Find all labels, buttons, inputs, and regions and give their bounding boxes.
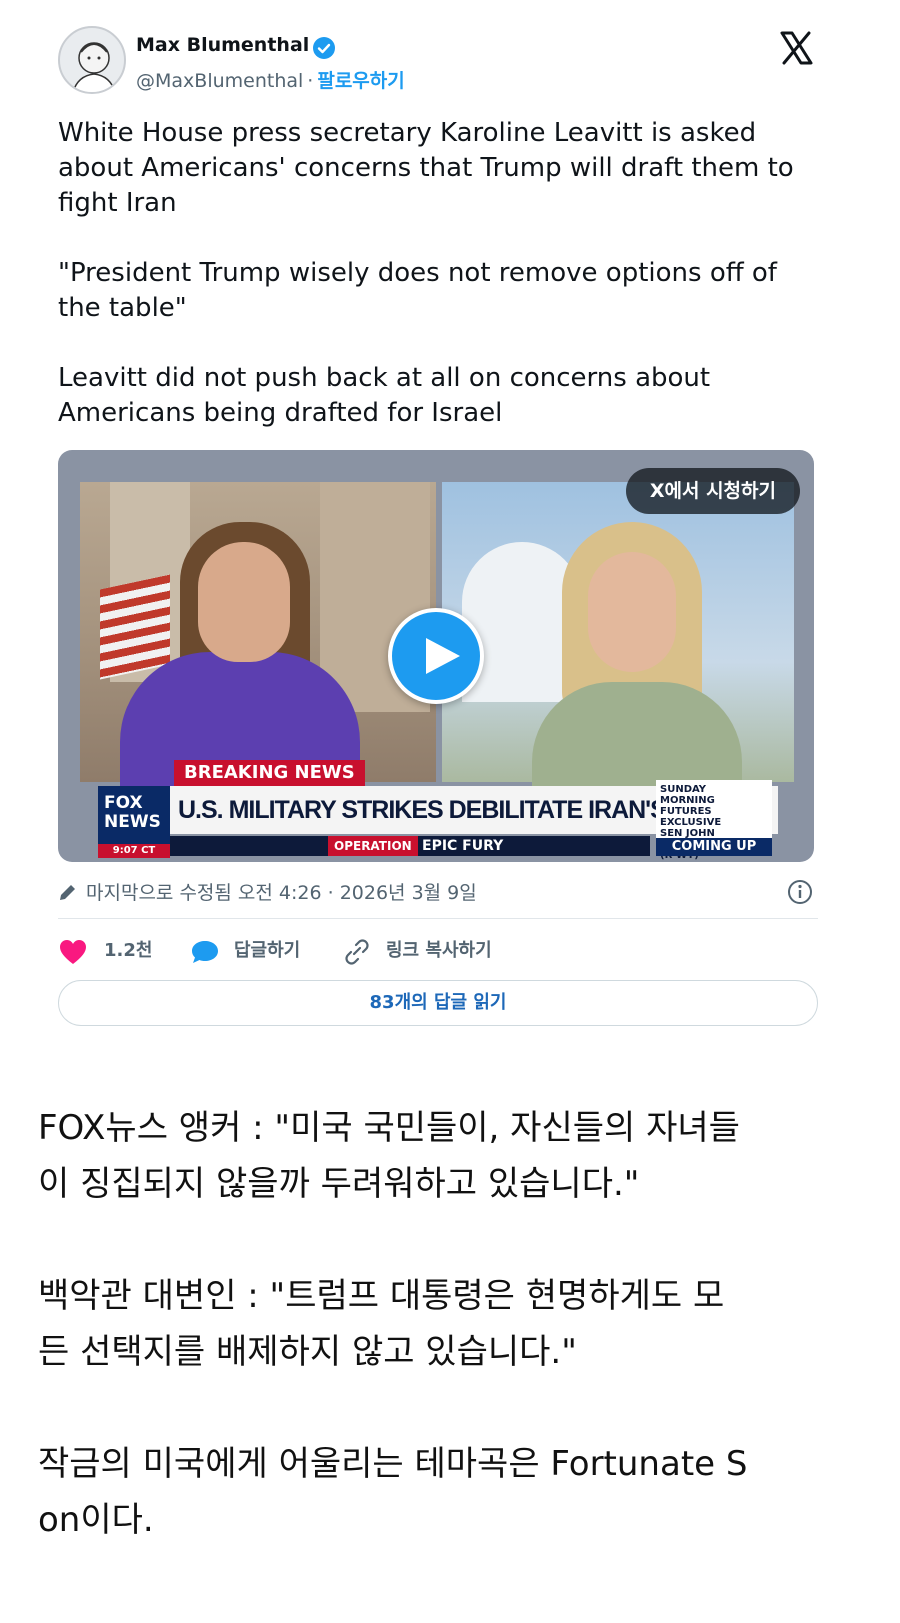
broadcast-time: 9:07 CT <box>98 844 170 858</box>
tweet-header: Max Blumenthal @MaxBlumenthal · 팔로우하기 <box>58 26 818 96</box>
verified-badge-icon <box>313 37 335 59</box>
separator-dot: · <box>307 70 314 92</box>
like-count: 1.2천 <box>104 940 153 961</box>
operation-label: OPERATION <box>328 836 418 856</box>
author-handle[interactable]: @MaxBlumenthal <box>136 70 303 92</box>
video-player[interactable]: X에서 시청하기 BREAKING NEWS FOX NEWS 9:07 CT … <box>58 450 814 862</box>
tweet-text: White House press secretary Karoline Lea… <box>58 116 818 431</box>
tweet-paragraph: White House press secretary Karoline Lea… <box>58 118 794 218</box>
copy-link-label: 링크 복사하기 <box>386 940 492 961</box>
like-button[interactable]: 1.2천 <box>58 934 168 968</box>
post-paragraph: 작금의 미국에게 어울리는 테마곡은 Fortunate S on이다. <box>38 1444 748 1540</box>
show-promo: SUNDAY MORNING FUTURES EXCLUSIVE SEN JOH… <box>656 780 772 861</box>
pencil-icon <box>60 885 75 900</box>
tweet-paragraph: "President Trump wisely does not remove … <box>58 258 777 323</box>
divider <box>58 918 818 919</box>
avatar[interactable] <box>58 26 126 94</box>
read-replies-button[interactable]: 83개의 답글 읽기 <box>58 980 818 1026</box>
link-icon <box>345 939 369 965</box>
heart-icon <box>60 940 86 964</box>
reply-label: 답글하기 <box>234 940 301 961</box>
play-icon <box>426 638 460 674</box>
author-name[interactable]: Max Blumenthal <box>136 34 309 56</box>
tweet-actions: 1.2천 답글하기 링크 복사하기 <box>58 934 818 968</box>
post-body: FOX뉴스 앵커 : "미국 국민들이, 자신들의 자녀들 이 징집되지 않을까… <box>38 1100 878 1548</box>
anchor-video-frame <box>80 482 436 792</box>
guest-video-frame <box>442 482 794 792</box>
reply-button[interactable]: 답글하기 <box>190 934 320 968</box>
handle-row: @MaxBlumenthal · 팔로우하기 <box>136 66 405 93</box>
x-logo-icon[interactable] <box>778 30 814 66</box>
tweet-paragraph: Leavitt did not push back at all on conc… <box>58 363 711 428</box>
edit-meta-row: 마지막으로 수정됨 오전 4:26 · 2026년 3월 9일 <box>58 876 818 906</box>
info-icon[interactable] <box>786 878 814 906</box>
edited-timestamp[interactable]: 마지막으로 수정됨 오전 4:26 · 2026년 3월 9일 <box>86 878 477 905</box>
reply-bubble-icon <box>192 941 218 963</box>
follow-link[interactable]: 팔로우하기 <box>317 70 404 92</box>
copy-link-button[interactable]: 링크 복사하기 <box>342 934 522 968</box>
breaking-news-label: BREAKING NEWS <box>174 760 365 786</box>
operation-name: EPIC FURY <box>422 838 504 854</box>
news-lower-third: BREAKING NEWS FOX NEWS 9:07 CT U.S. MILI… <box>58 760 814 862</box>
post-paragraph: 백악관 대변인 : "트럼프 대통령은 현명하게도 모 든 선택지를 배제하지 … <box>38 1276 725 1372</box>
coming-up-label: COMING UP <box>656 838 772 856</box>
post-paragraph: FOX뉴스 앵커 : "미국 국민들이, 자신들의 자녀들 이 징집되지 않을까… <box>38 1108 740 1204</box>
play-button[interactable] <box>388 608 484 704</box>
watch-on-x-button[interactable]: X에서 시청하기 <box>625 468 800 514</box>
